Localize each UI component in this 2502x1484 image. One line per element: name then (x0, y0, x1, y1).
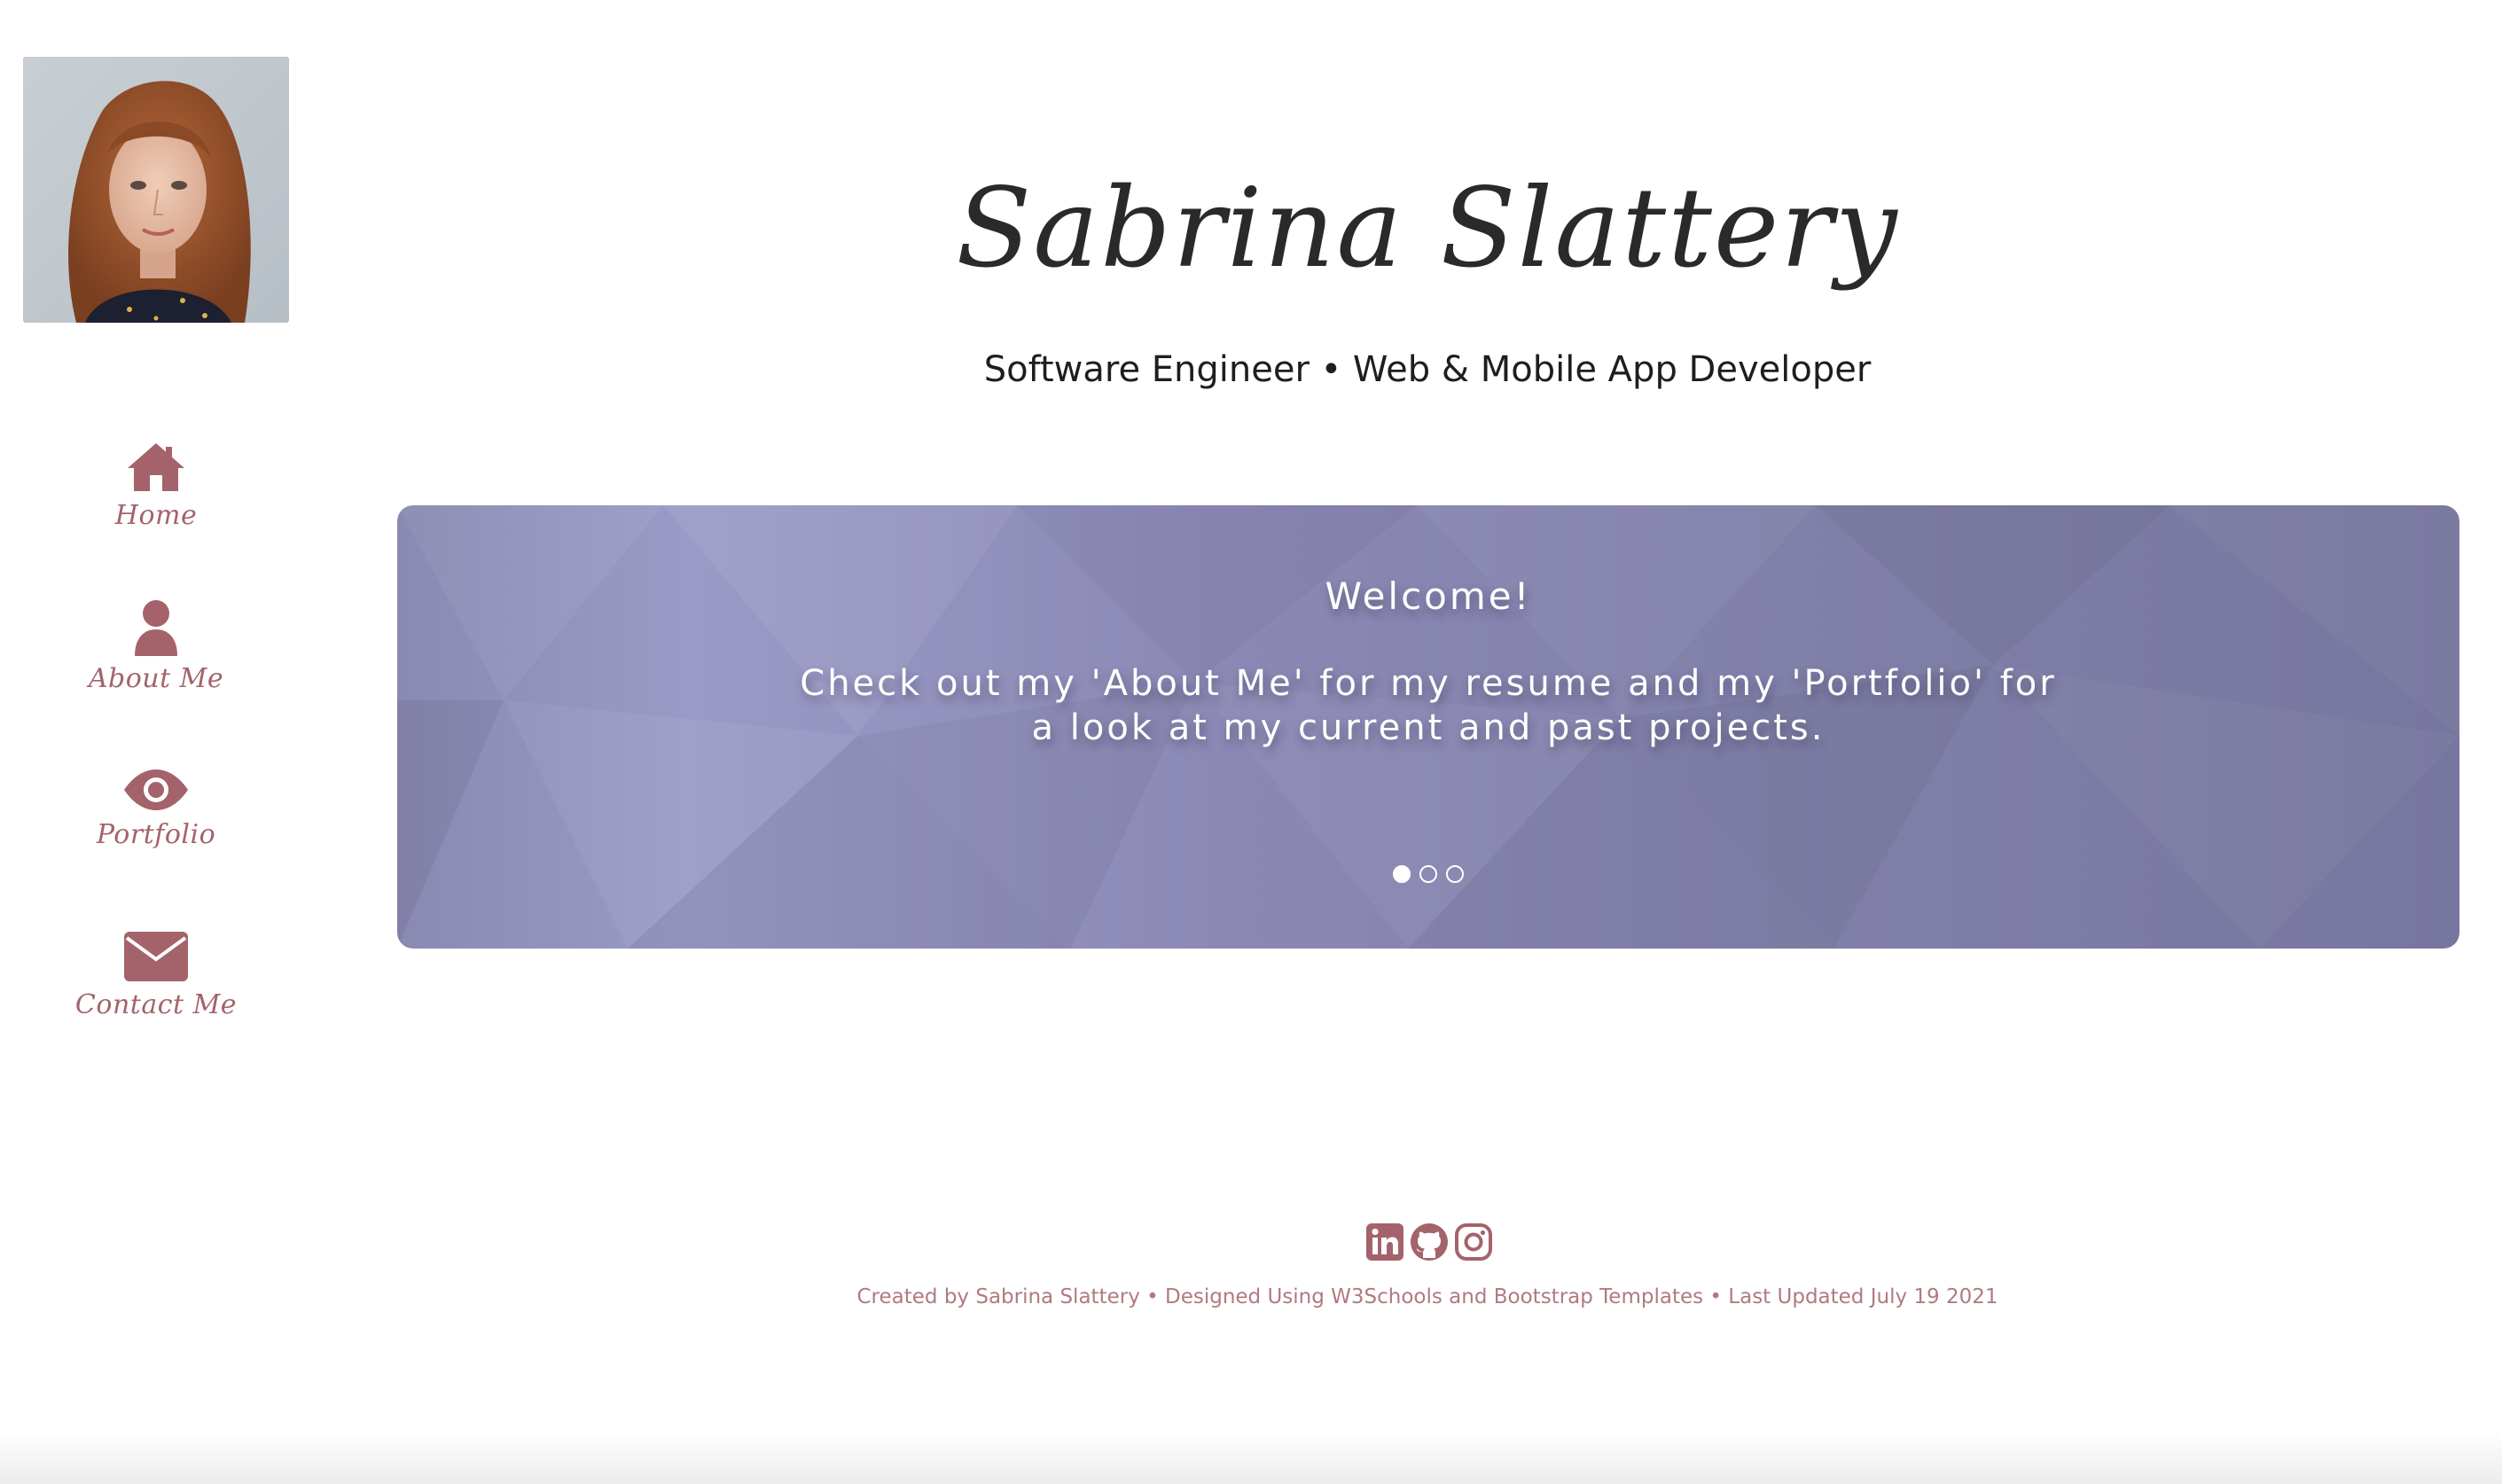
footer-credits: Created by Sabrina Slattery • Designed U… (856, 1285, 1998, 1308)
carousel-title: Welcome! (1325, 574, 1532, 618)
social-links (1365, 1220, 1493, 1264)
github-icon[interactable] (1410, 1222, 1449, 1261)
sidebar-item-about-me[interactable]: About Me (0, 599, 312, 694)
site-title: Sabrina Slattery (956, 165, 1899, 293)
sidebar-item-label: Portfolio (96, 819, 216, 850)
sidebar-item-label: Home (114, 500, 198, 531)
user-icon (135, 600, 177, 656)
carousel-indicator-1[interactable] (1393, 865, 1411, 883)
sidebar-item-home[interactable]: Home (0, 440, 312, 531)
carousel-indicator-3[interactable] (1446, 865, 1464, 883)
carousel-indicator-2[interactable] (1419, 865, 1437, 883)
welcome-carousel: Welcome! Check out my 'About Me' for my … (397, 505, 2459, 949)
home-icon (128, 443, 184, 491)
sidebar-item-label: Contact Me (74, 989, 238, 1020)
sidebar-item-portfolio[interactable]: Portfolio (0, 768, 312, 850)
instagram-icon[interactable] (1454, 1222, 1493, 1261)
sidebar-item-label: About Me (88, 663, 224, 694)
linkedin-icon[interactable] (1365, 1222, 1404, 1261)
eye-icon (124, 769, 188, 810)
bottom-shadow (0, 1431, 2502, 1484)
page: Home About Me Portfolio Contact Me Sabri… (0, 0, 2502, 1484)
carousel-indicators (397, 865, 2459, 883)
carousel-message: Check out my 'About Me' for my resume an… (800, 663, 2057, 748)
site-subtitle: Software Engineer • Web & Mobile App Dev… (983, 349, 1872, 390)
sidebar-item-contact-me[interactable]: Contact Me (0, 931, 312, 1020)
sidebar: Home About Me Portfolio Contact Me (0, 0, 310, 1484)
profile-photo (23, 57, 289, 323)
envelope-icon (124, 932, 188, 981)
